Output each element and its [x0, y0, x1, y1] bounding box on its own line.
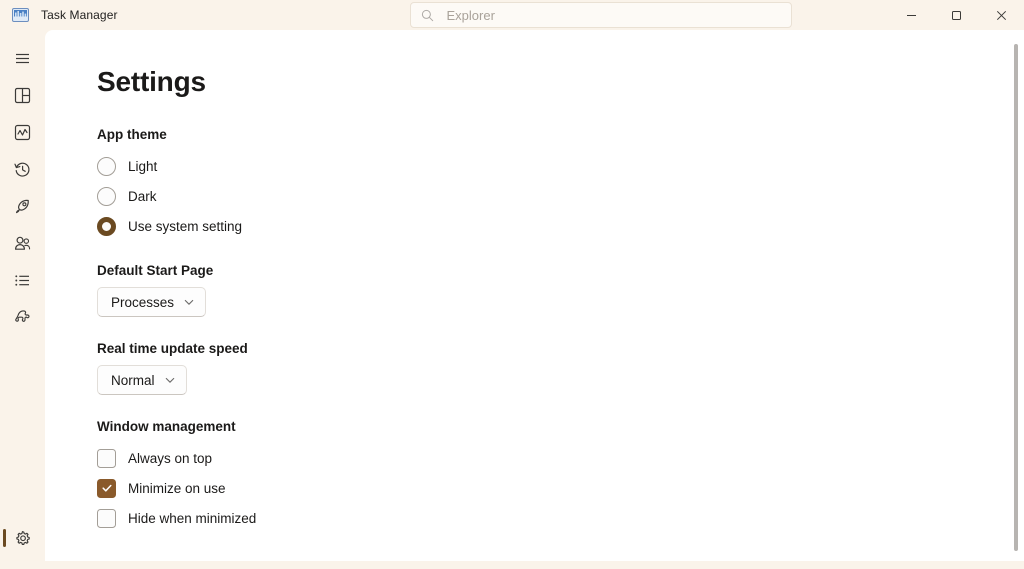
update-speed-value: Normal: [111, 372, 155, 388]
checkbox-row-always-on-top[interactable]: Always on top: [97, 443, 1024, 473]
default-start-page-value: Processes: [111, 294, 175, 310]
users-icon: [15, 236, 31, 250]
maximize-button[interactable]: [934, 0, 979, 30]
section-title-update-speed: Real time update speed: [97, 341, 248, 356]
content-panel: Settings App theme Light Dark Use system…: [45, 30, 1024, 561]
hamburger-icon: [16, 53, 29, 64]
app-title: Task Manager: [41, 8, 118, 22]
maximize-icon: [952, 10, 961, 20]
radio-label-dark: Dark: [128, 188, 157, 204]
search-wrap: [312, 2, 889, 28]
radio-light[interactable]: [97, 156, 116, 176]
update-speed-dropdown[interactable]: Normal: [97, 365, 187, 395]
page-title: Settings: [97, 66, 206, 97]
settings-content: Settings App theme Light Dark Use system…: [45, 30, 1024, 533]
search-input[interactable]: [446, 7, 781, 23]
section-app-theme: App theme Light Dark Use system setting: [97, 127, 1024, 241]
performance-chart-icon: [14, 124, 31, 141]
section-default-start-page: Default Start Page Processes: [97, 263, 1024, 317]
checkbox-minimize-on-use[interactable]: [97, 478, 116, 498]
details-list-icon: [15, 275, 29, 286]
chevron-down-icon: [184, 299, 194, 305]
checkbox-label-minimize-on-use: Minimize on use: [128, 480, 226, 496]
content-scroll-area[interactable]: Settings App theme Light Dark Use system…: [45, 30, 1024, 561]
section-title-app-theme: App theme: [97, 127, 167, 142]
chevron-down-icon: [165, 377, 174, 383]
sidebar-item-services[interactable]: [0, 299, 45, 336]
search-box[interactable]: [409, 2, 792, 28]
radio-row-use-system-setting[interactable]: Use system setting: [97, 211, 1024, 241]
checkbox-row-minimize-on-use[interactable]: Minimize on use: [97, 473, 1024, 503]
checkbox-label-hide-when-minimized: Hide when minimized: [128, 510, 257, 526]
checkbox-row-hide-when-minimized[interactable]: Hide when minimized: [97, 503, 1024, 533]
checkbox-hide-when-minimized[interactable]: [97, 508, 116, 528]
close-button[interactable]: [979, 0, 1024, 30]
minimize-button[interactable]: [889, 0, 934, 30]
sidebar-item-users[interactable]: [0, 225, 45, 262]
titlebar: Task Manager: [0, 0, 1024, 30]
history-clock-icon: [14, 162, 30, 177]
titlebar-left: Task Manager: [0, 7, 312, 23]
section-update-speed: Real time update speed Normal: [97, 341, 1024, 395]
sidebar-item-startup-apps[interactable]: [0, 188, 45, 225]
section-window-management: Window management Always on top Minimize…: [97, 419, 1024, 533]
task-manager-chart-icon: [12, 8, 29, 22]
sidebar-item-performance[interactable]: [0, 114, 45, 151]
minimize-icon: [907, 14, 916, 16]
radio-dark[interactable]: [97, 186, 116, 206]
radio-row-light[interactable]: Light: [97, 151, 1024, 181]
search-icon: [421, 9, 433, 21]
checkmark-icon: [101, 484, 112, 492]
sidebar: [0, 30, 45, 569]
radio-label-light: Light: [128, 158, 158, 174]
settings-gear-icon: [16, 531, 30, 545]
sidebar-item-hamburger-menu[interactable]: [0, 40, 45, 77]
section-title-default-start-page: Default Start Page: [97, 263, 214, 278]
window-controls: [889, 0, 1024, 30]
scrollbar-thumb[interactable]: [1014, 44, 1018, 551]
sidebar-item-settings[interactable]: [0, 520, 45, 569]
sidebar-item-app-history[interactable]: [0, 151, 45, 188]
vertical-scrollbar[interactable]: [1013, 44, 1019, 551]
processes-grid-icon: [14, 87, 31, 104]
services-gear-icon: [15, 310, 30, 322]
checkbox-label-always-on-top: Always on top: [128, 450, 213, 466]
radio-use-system-setting[interactable]: [97, 216, 116, 236]
radio-row-dark[interactable]: Dark: [97, 181, 1024, 211]
default-start-page-dropdown[interactable]: Processes: [97, 287, 207, 317]
body: Settings App theme Light Dark Use system…: [0, 30, 1024, 569]
checkbox-always-on-top[interactable]: [97, 448, 116, 468]
close-icon: [996, 10, 1007, 20]
radio-label-use-system-setting: Use system setting: [128, 218, 243, 234]
sidebar-item-processes[interactable]: [0, 77, 45, 114]
rocket-icon: [16, 199, 29, 214]
section-title-window-management: Window management: [97, 419, 236, 434]
task-manager-window: Task Manager Explorer Settings App theme…: [0, 0, 1024, 569]
sidebar-item-details[interactable]: [0, 262, 45, 299]
